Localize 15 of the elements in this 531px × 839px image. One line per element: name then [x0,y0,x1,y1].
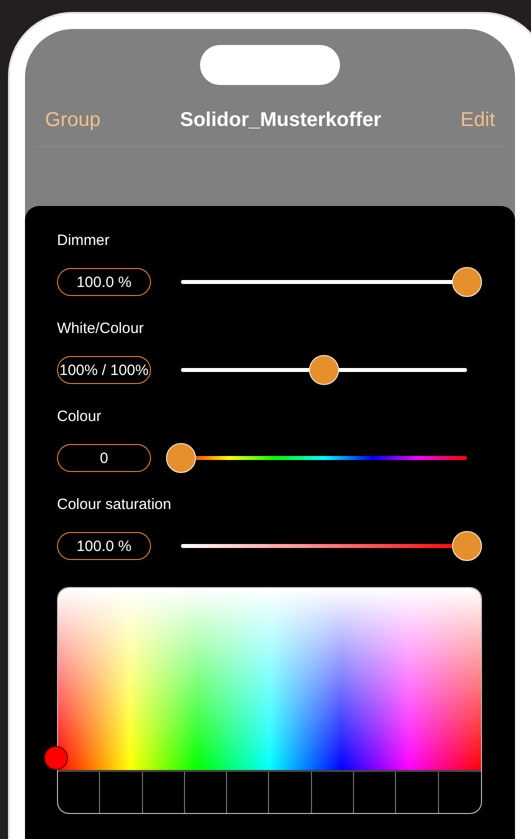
value-field[interactable]: 0 [57,444,151,472]
control-label: White/Colour [57,320,145,338]
slider-thumb[interactable] [452,267,482,297]
nav-title: Solidor_Musterkoffer [180,108,382,132]
value-field[interactable]: 100.0 % [57,532,151,560]
slider-thumb[interactable] [309,355,339,385]
slider-thumb[interactable] [452,531,482,561]
value-field[interactable]: 100.0 % [57,268,151,296]
control-label: Dimmer [57,232,110,250]
control-label: Colour saturation [57,496,172,514]
slider-thumb[interactable] [166,443,196,473]
colour-picker[interactable] [44,587,482,814]
control-label: Colour [57,408,102,426]
picker-marker[interactable] [44,746,68,770]
value-field[interactable]: 100% / 100% [57,356,151,384]
